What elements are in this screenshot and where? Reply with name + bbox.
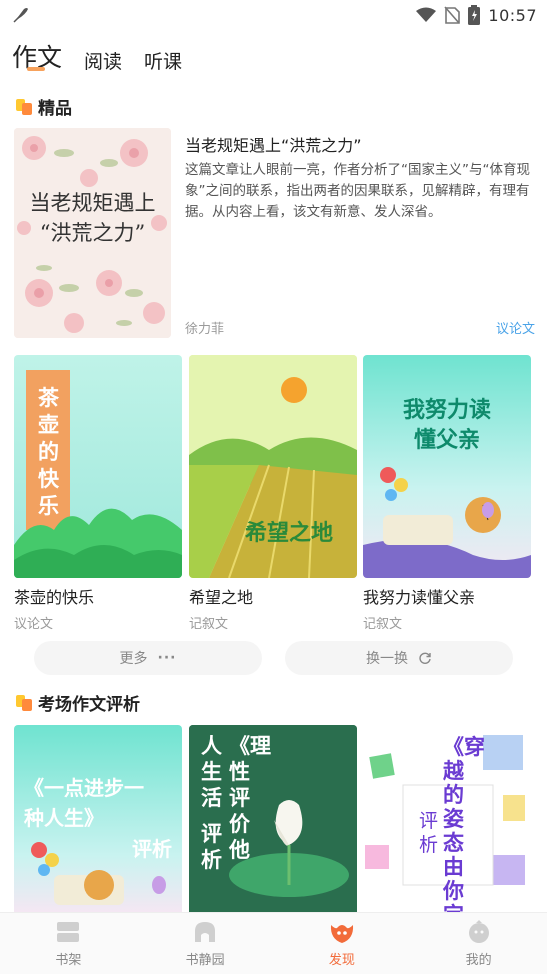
notification-feather-icon: [13, 8, 28, 23]
status-time: 10:57: [488, 5, 537, 25]
garden-icon: [195, 922, 216, 942]
exam-cover-label: 评析: [201, 822, 222, 872]
featured-cover[interactable]: 当老规矩遇上 “洪荒之力”: [14, 128, 171, 338]
nav-profile[interactable]: 我的: [410, 913, 547, 974]
exam-book-cover[interactable]: 《穿越的姿态由你定 评析: [363, 725, 531, 912]
book-genre: 记叙文: [189, 617, 229, 632]
book-cover-text: 茶壶的快乐: [38, 386, 59, 518]
status-right: 10:57: [416, 4, 537, 26]
featured-description: 这篇文章让人眼前一亮，作者分析了“国家主义”与“体育现象”之间的联系，指出两者的…: [185, 162, 530, 220]
book-cover-text: 我努力读 懂父亲: [402, 397, 491, 453]
book-genre: 记叙文: [363, 617, 403, 632]
book-genre: 议论文: [14, 617, 54, 632]
bottom-navigation: 书架 书静园 发现 我的: [0, 912, 547, 974]
refresh-icon: [419, 652, 431, 664]
book-cover: 希望之地: [189, 355, 357, 578]
nav-discover[interactable]: 发现: [274, 913, 411, 974]
discover-icon: [330, 925, 353, 943]
book-card[interactable]: 希望之地 希望之地 记叙文: [189, 355, 357, 632]
section-badge-icon: [16, 98, 32, 115]
book-card[interactable]: 我努力读 懂父亲 我努力读懂父亲 记叙文: [363, 355, 531, 632]
section-title: 考场作文评析: [38, 695, 140, 715]
profile-icon: [468, 920, 489, 943]
book-cover: 我努力读 懂父亲: [363, 355, 531, 578]
section-badge-icon: [16, 694, 32, 711]
book-title: 茶壶的快乐: [14, 588, 95, 607]
status-bar: 10:57: [0, 0, 547, 30]
more-dots-icon: ···: [157, 650, 177, 666]
nav-garden[interactable]: 书静园: [137, 913, 274, 974]
nav-bookshelf[interactable]: 书架: [0, 913, 137, 974]
refresh-button[interactable]: 换一换: [285, 641, 513, 675]
bookshelf-icon: [57, 922, 80, 942]
book-title: 我努力读懂父亲: [363, 588, 476, 607]
active-tab-indicator: [27, 67, 45, 71]
exam-book-cover[interactable]: 《一点进步一 种人生》 评析: [14, 725, 182, 912]
wifi-icon: [416, 7, 437, 22]
battery-icon: [468, 5, 481, 25]
exam-cover-text: 《一点进步一 种人生》: [24, 776, 144, 830]
exam-cover-text: 《穿越的姿态由你定: [443, 735, 485, 912]
featured-author: 徐力菲: [185, 322, 225, 337]
no-sim-icon: [444, 6, 461, 24]
exam-book-cover[interactable]: 人生活 《理性评价他 评析: [189, 725, 357, 912]
featured-genre[interactable]: 议论文: [496, 318, 535, 337]
exam-cover-text: 《理性评价他: [229, 734, 271, 862]
exam-cover-label: 评析: [419, 810, 439, 856]
section-header-exam: 考场作文评析: [16, 690, 140, 715]
tab-reading[interactable]: 阅读: [84, 47, 122, 74]
book-card[interactable]: 茶壶的快乐 茶壶的快乐 议论文: [14, 355, 182, 632]
book-cover-text: 希望之地: [245, 521, 334, 546]
book-title: 希望之地: [189, 588, 254, 607]
featured-title[interactable]: 当老规矩遇上“洪荒之力”: [185, 132, 535, 156]
section-header-featured: 精品: [16, 94, 72, 119]
book-cover: 茶壶的快乐: [14, 355, 182, 578]
exam-cover-label: 评析: [132, 837, 172, 861]
featured-cover-text: 当老规矩遇上 “洪荒之力”: [29, 191, 156, 245]
section-title: 精品: [38, 99, 72, 119]
tab-listening[interactable]: 听课: [144, 47, 182, 74]
exam-cover-text: 人生活: [201, 734, 222, 810]
more-button[interactable]: 更多 ···: [34, 641, 262, 675]
